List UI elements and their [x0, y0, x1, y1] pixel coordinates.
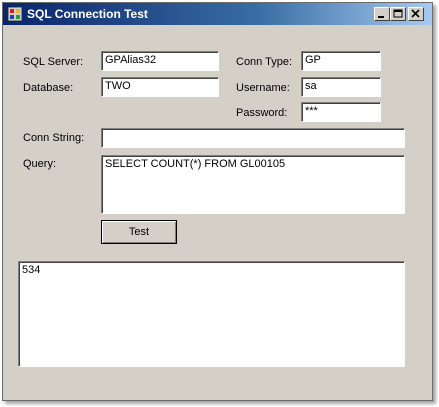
- conn-string-input[interactable]: [101, 128, 405, 148]
- sql-server-label: SQL Server:: [23, 56, 84, 68]
- sql-server-input[interactable]: GPAlias32: [101, 51, 219, 71]
- password-input[interactable]: ***: [301, 102, 381, 122]
- username-input[interactable]: sa: [301, 77, 381, 97]
- database-input[interactable]: TWO: [101, 77, 219, 97]
- minimize-icon: [378, 16, 384, 18]
- app-icon[interactable]: [7, 6, 23, 22]
- window-title: SQL Connection Test: [27, 7, 148, 21]
- test-button[interactable]: Test: [101, 220, 177, 244]
- close-icon: [411, 9, 420, 18]
- minimize-button[interactable]: [374, 7, 390, 21]
- password-label: Password:: [236, 107, 288, 119]
- query-textarea[interactable]: SELECT COUNT(*) FROM GL00105: [101, 155, 405, 214]
- sql-connection-test-window: SQL Connection Test SQL Server: GPAlias3…: [2, 2, 433, 401]
- title-bar[interactable]: SQL Connection Test: [3, 3, 432, 25]
- conn-string-label: Conn String:: [23, 132, 85, 144]
- database-label: Database:: [23, 82, 74, 94]
- maximize-button[interactable]: [390, 7, 406, 21]
- result-output[interactable]: 534: [18, 261, 405, 367]
- conn-type-label: Conn Type:: [236, 56, 293, 68]
- query-label: Query:: [23, 158, 57, 170]
- maximize-icon: [393, 9, 403, 18]
- conn-type-input[interactable]: GP: [301, 51, 381, 71]
- username-label: Username:: [236, 82, 290, 94]
- close-button[interactable]: [408, 7, 424, 21]
